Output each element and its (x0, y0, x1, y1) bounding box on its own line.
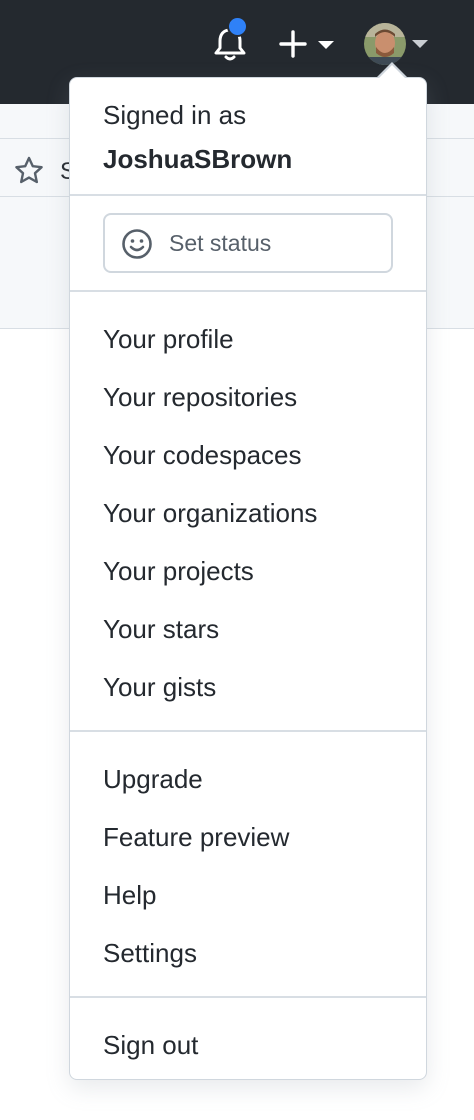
menu-item-label: Your repositories (103, 382, 298, 412)
menu-item-your-codespaces[interactable]: Your codespaces (70, 430, 426, 482)
menu-item-label: Feature preview (103, 822, 290, 852)
sign-out-button[interactable]: Sign out (70, 1020, 426, 1072)
divider (70, 730, 426, 732)
menu-item-label: Your organizations (103, 498, 318, 528)
menu-item-your-gists[interactable]: Your gists (70, 662, 426, 714)
menu-item-label: Your codespaces (103, 440, 302, 470)
menu-item-label: Your stars (103, 614, 220, 644)
divider (70, 290, 426, 292)
menu-item-help[interactable]: Help (70, 870, 426, 922)
star-icon (15, 156, 43, 184)
menu-item-your-profile[interactable]: Your profile (70, 314, 426, 366)
user-dropdown-menu: Signed in as JoshuaSBrown Set status You… (69, 77, 427, 1080)
menu-item-your-organizations[interactable]: Your organizations (70, 488, 426, 540)
notification-indicator (227, 16, 248, 37)
divider (70, 996, 426, 998)
caret-down-icon (318, 41, 334, 49)
caret-down-icon (412, 40, 428, 48)
user-menu-button[interactable] (364, 23, 430, 65)
signed-in-label: Signed in as (103, 100, 247, 130)
set-status-button[interactable]: Set status (103, 213, 393, 273)
menu-item-label: Help (103, 880, 157, 910)
smiley-icon (122, 229, 152, 259)
divider (70, 194, 426, 196)
menu-item-your-projects[interactable]: Your projects (70, 546, 426, 598)
avatar (364, 23, 406, 65)
menu-item-upgrade[interactable]: Upgrade (70, 754, 426, 806)
dropdown-caret-fill (378, 65, 406, 79)
menu-item-label: Settings (103, 938, 197, 968)
menu-item-your-repositories[interactable]: Your repositories (70, 372, 426, 424)
plus-icon (279, 30, 307, 58)
sign-out-label: Sign out (103, 1030, 199, 1060)
menu-item-label: Your profile (103, 324, 234, 354)
menu-item-feature-preview[interactable]: Feature preview (70, 812, 426, 864)
menu-item-label: Your projects (103, 556, 254, 586)
menu-item-settings[interactable]: Settings (70, 928, 426, 980)
menu-item-label: Your gists (103, 672, 217, 702)
username: JoshuaSBrown (103, 144, 293, 174)
menu-item-label: Upgrade (103, 764, 203, 794)
set-status-label: Set status (169, 230, 272, 256)
create-new-button[interactable] (278, 29, 336, 59)
menu-item-your-stars[interactable]: Your stars (70, 604, 426, 656)
